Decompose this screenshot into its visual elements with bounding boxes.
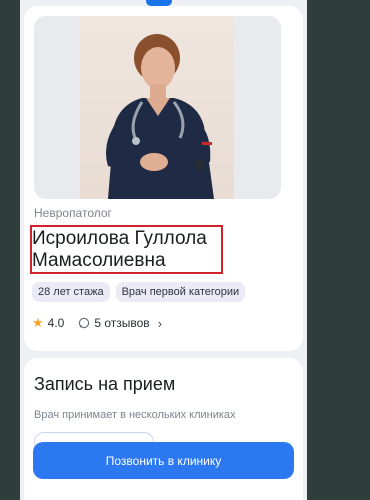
rating-value: 4.0 (47, 316, 65, 330)
doctor-portrait-illustration (106, 34, 214, 199)
reviews-link[interactable]: 5 отзывов (94, 316, 149, 330)
booking-subtitle: Врач принимает в нескольких клиниках (34, 409, 236, 421)
star-icon: ★ (32, 315, 44, 330)
chat-bubble-icon (79, 317, 90, 329)
doctor-card: Невропатолог Исроилова Гуллола Мамасолие… (24, 6, 303, 351)
doctor-photo (80, 16, 234, 199)
tag-experience: 28 лет стажа (32, 282, 110, 302)
doctor-specialty: Невропатолог (34, 206, 112, 220)
doctor-name-line-2: Мамасолиевна (32, 250, 166, 271)
doctor-name-line-1: Исроилова Гуллола (32, 228, 207, 249)
booking-title: Запись на прием (34, 374, 176, 394)
call-clinic-button[interactable]: Позвонить в клинику (33, 442, 294, 479)
doctor-photo-frame (34, 16, 281, 199)
app-screen: Невропатолог Исроилова Гуллола Мамасолие… (20, 0, 307, 500)
chevron-right-icon[interactable]: › (158, 316, 162, 331)
doctor-tags: 28 лет стажа Врач первой категории (32, 282, 246, 302)
doctor-name: Исроилова Гуллола Мамасолиевна (32, 228, 272, 272)
doctor-stats: ★ 4.0 5 отзывов › (32, 315, 162, 331)
tag-category: Врач первой категории (115, 282, 246, 302)
